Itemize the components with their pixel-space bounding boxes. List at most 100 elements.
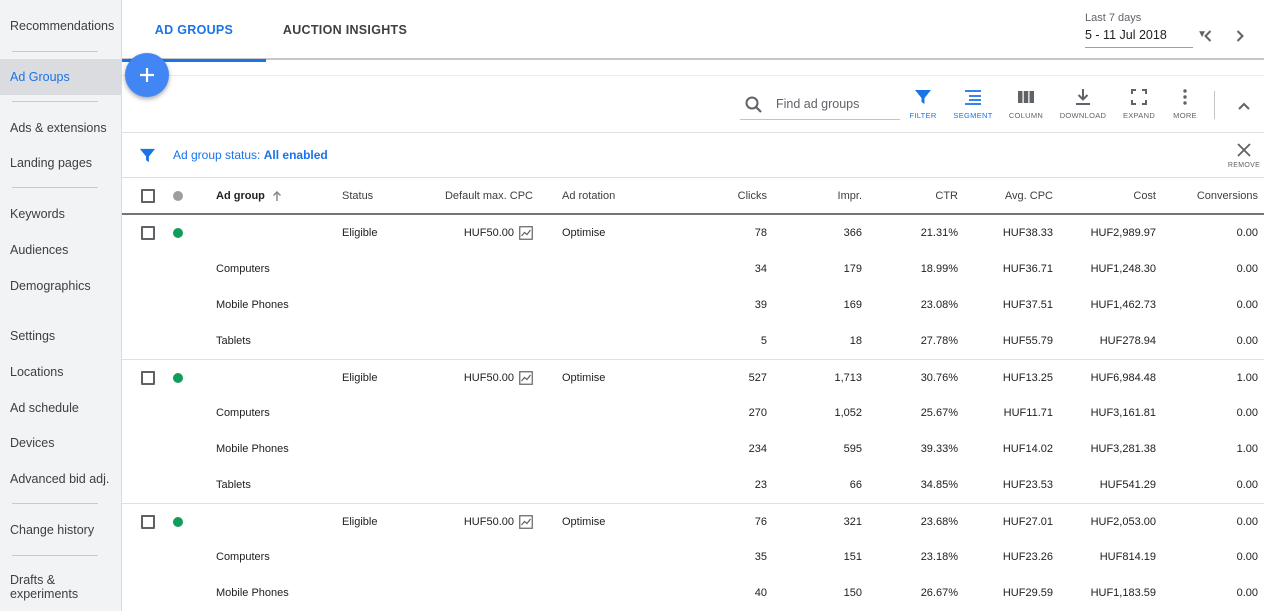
sidebar-item-demographics[interactable]: Demographics — [0, 268, 121, 304]
column-header-impr[interactable]: Impr. — [838, 178, 862, 213]
ad-group-row[interactable]: Eligible HUF50.00 Optimise 78 366 21.31%… — [122, 215, 1264, 251]
segment-button[interactable]: SEGMENT — [948, 88, 998, 124]
clicks-cell: 5 — [760, 335, 767, 347]
ad-rotation-cell: Optimise — [562, 227, 606, 239]
ad-group-row[interactable]: Eligible HUF50.00 Optimise 527 1,713 30.… — [122, 359, 1264, 395]
sidebar-item-advanced-bid-adj[interactable]: Advanced bid adj. — [0, 461, 121, 497]
download-button[interactable]: DOWNLOAD — [1058, 88, 1108, 124]
sidebar-divider — [12, 555, 98, 556]
bid-trend-icon[interactable] — [519, 226, 533, 240]
sidebar-item-settings[interactable]: Settings — [0, 318, 121, 354]
column-header-ctr[interactable]: CTR — [935, 178, 958, 213]
sort-arrow-up-icon — [272, 190, 281, 201]
default-cpc-cell[interactable]: HUF50.00 — [464, 504, 533, 539]
ctr-cell: 27.78% — [920, 335, 958, 347]
cost-cell: HUF3,161.81 — [1090, 407, 1156, 419]
sidebar-item-recommendations[interactable]: Recommendations — [0, 8, 121, 44]
sidebar-item-ads-extensions[interactable]: Ads & extensions — [0, 110, 121, 146]
bid-trend-icon[interactable] — [519, 514, 533, 529]
bid-trend-icon[interactable] — [519, 370, 533, 385]
impr-cell: 321 — [843, 515, 862, 528]
cost-cell: HUF1,248.30 — [1090, 263, 1156, 275]
ctr-cell: 23.68% — [920, 515, 958, 528]
impr-cell: 595 — [843, 443, 862, 455]
clicks-cell: 270 — [748, 407, 767, 419]
sidebar: Recommendations Ad Groups Ads & extensio… — [0, 0, 122, 611]
remove-filter-button[interactable]: REMOVE — [1226, 142, 1262, 176]
conversions-cell: 0.00 — [1236, 515, 1258, 528]
status-header-icon — [173, 191, 183, 201]
cost-cell: HUF814.19 — [1099, 551, 1156, 563]
segment-row: Computers 34 179 18.99% HUF36.71 HUF1,24… — [122, 251, 1264, 287]
column-header-default-max-cpc[interactable]: Default max. CPC — [445, 178, 533, 213]
sidebar-item-ad-groups[interactable]: Ad Groups — [0, 59, 121, 95]
clicks-cell: 35 — [754, 551, 767, 563]
column-header-label: Ad group — [216, 189, 265, 202]
sidebar-divider — [12, 51, 98, 52]
column-header-avg-cpc[interactable]: Avg. CPC — [1005, 178, 1053, 213]
sidebar-item-audiences[interactable]: Audiences — [0, 232, 121, 268]
impr-cell: 151 — [843, 551, 862, 563]
sidebar-item-keywords[interactable]: Keywords — [0, 196, 121, 232]
select-all-checkbox[interactable] — [141, 189, 155, 203]
segment-row: Computers 35 151 23.18% HUF23.26 HUF814.… — [122, 539, 1264, 575]
sidebar-item-locations[interactable]: Locations — [0, 354, 121, 390]
date-range-selector[interactable]: 5 - 11 Jul 2018 ▼ — [1085, 28, 1207, 48]
column-header-clicks[interactable]: Clicks — [738, 178, 767, 213]
impr-cell: 169 — [843, 299, 862, 311]
expand-button[interactable]: EXPAND — [1114, 88, 1164, 124]
tab-ad-groups[interactable]: AD GROUPS — [122, 0, 266, 62]
cost-cell: HUF541.29 — [1099, 479, 1156, 491]
page-header: AD GROUPS AUCTION INSIGHTS Last 7 days 5… — [122, 0, 1264, 62]
add-ad-group-button[interactable] — [125, 53, 169, 97]
conversions-cell: 0.00 — [1236, 479, 1258, 491]
search-input[interactable] — [776, 97, 896, 111]
fullscreen-icon — [1131, 89, 1147, 105]
column-header-ad-group[interactable]: Ad group — [216, 178, 282, 213]
active-filter-chip[interactable]: Ad group status: All enabled — [173, 148, 328, 162]
table-toolbar: FILTER SEGMENT COLUMN DOWNLOAD EXPAND MO… — [122, 75, 1264, 133]
collapse-button[interactable] — [1234, 96, 1254, 116]
ctr-cell: 30.76% — [920, 371, 958, 384]
default-cpc-cell[interactable]: HUF50.00 — [464, 215, 533, 251]
clicks-cell: 40 — [754, 587, 767, 599]
more-button[interactable]: MORE — [1160, 88, 1210, 124]
sidebar-item-ad-schedule[interactable]: Ad schedule — [0, 390, 121, 426]
conversions-cell: 0.00 — [1236, 299, 1258, 311]
row-checkbox[interactable] — [141, 226, 155, 240]
tab-auction-insights[interactable]: AUCTION INSIGHTS — [266, 0, 424, 60]
row-checkbox[interactable] — [141, 515, 155, 529]
impr-cell: 366 — [843, 227, 862, 239]
filter-button[interactable]: FILTER — [898, 88, 948, 124]
column-header-cost[interactable]: Cost — [1133, 178, 1156, 213]
ad-rotation-cell: Optimise — [562, 371, 606, 384]
column-header-ad-rotation[interactable]: Ad rotation — [562, 178, 615, 213]
toolbar-divider — [1214, 91, 1215, 119]
sidebar-item-drafts-experiments[interactable]: Drafts & experiments — [0, 567, 121, 607]
previous-period-button[interactable] — [1198, 26, 1218, 46]
segment-name: Computers — [216, 407, 270, 419]
plus-icon — [140, 68, 154, 82]
sidebar-item-change-history[interactable]: Change history — [0, 512, 121, 548]
column-header-status[interactable]: Status — [342, 178, 373, 213]
columns-button[interactable]: COLUMN — [1001, 88, 1051, 124]
status-cell: Eligible — [342, 371, 378, 384]
search-box[interactable] — [740, 90, 900, 120]
chevron-right-icon — [1236, 30, 1244, 42]
row-checkbox[interactable] — [141, 371, 155, 385]
avg-cpc-cell: HUF13.25 — [1002, 371, 1053, 384]
column-header-conversions[interactable]: Conversions — [1197, 178, 1258, 213]
clicks-cell: 34 — [754, 263, 767, 275]
sidebar-item-devices[interactable]: Devices — [0, 425, 121, 461]
next-period-button[interactable] — [1230, 26, 1250, 46]
default-cpc-cell[interactable]: HUF50.00 — [464, 360, 533, 395]
segment-row: Mobile Phones 40 150 26.67% HUF29.59 HUF… — [122, 575, 1264, 611]
sidebar-item-landing-pages[interactable]: Landing pages — [0, 145, 121, 181]
status-dot — [173, 373, 183, 383]
search-icon — [745, 96, 762, 113]
segment-name: Tablets — [216, 479, 251, 491]
ad-group-row[interactable]: Eligible HUF50.00 Optimise 76 321 23.68%… — [122, 503, 1264, 539]
segment-row: Tablets 23 66 34.85% HUF23.53 HUF541.29 … — [122, 467, 1264, 503]
cost-cell: HUF6,984.48 — [1090, 371, 1156, 384]
download-icon — [1076, 89, 1090, 105]
